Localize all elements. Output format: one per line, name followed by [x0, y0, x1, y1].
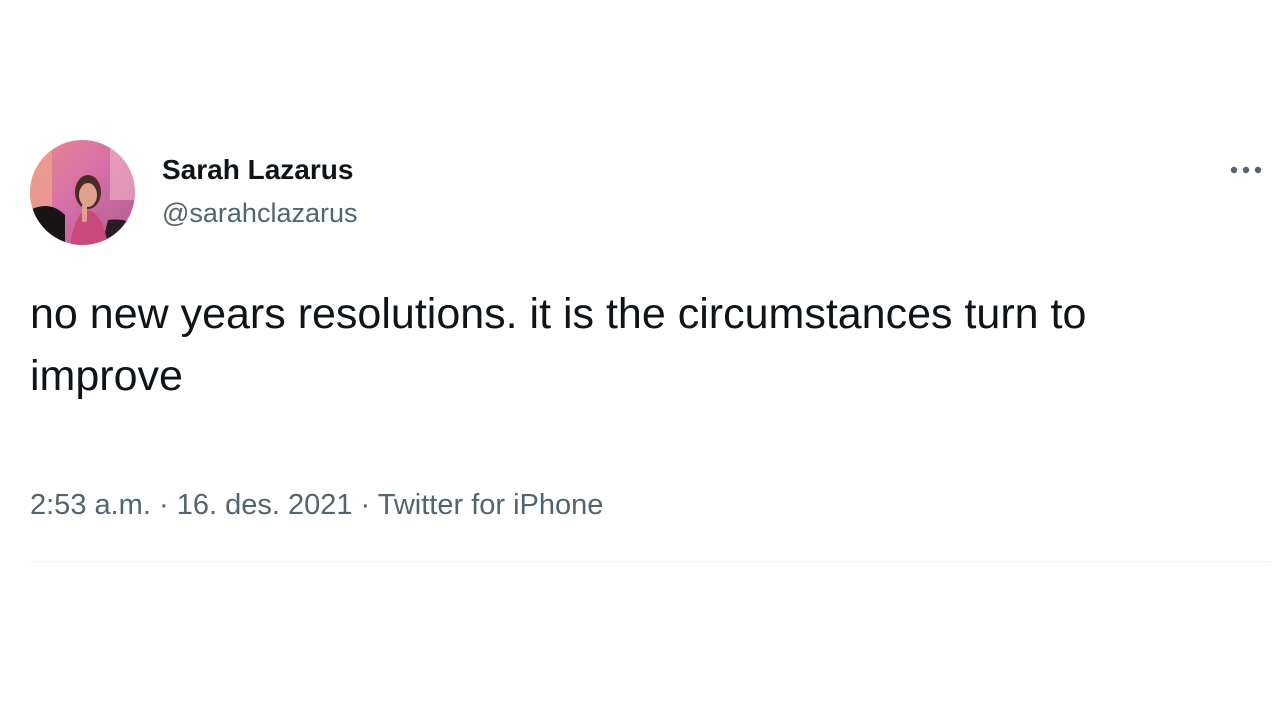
more-dots-icon: [1230, 166, 1262, 174]
avatar-image: [30, 140, 135, 245]
separator-dot: ·: [158, 489, 169, 521]
divider: [30, 561, 1270, 562]
tweet-time[interactable]: 2:53 a.m.: [30, 489, 151, 521]
avatar[interactable]: [30, 140, 135, 245]
author-display-name[interactable]: Sarah Lazarus: [162, 152, 353, 188]
author-handle[interactable]: @sarahclazarus: [162, 196, 358, 230]
tweet-date[interactable]: 16. des. 2021: [177, 489, 353, 521]
tweet-source[interactable]: Twitter for iPhone: [378, 489, 604, 521]
meta-separator: ·: [159, 489, 177, 521]
tweet-card: Sarah Lazarus @sarahclazarus no new year…: [0, 0, 1280, 720]
tweet-metadata: 2:53 a.m. · 16. des. 2021 · Twitter for …: [30, 486, 603, 524]
more-options-button[interactable]: [1224, 150, 1268, 190]
tweet-text: no new years resolutions. it is the circ…: [30, 290, 1087, 400]
meta-separator: ·: [361, 489, 378, 521]
separator-dot: ·: [360, 489, 371, 521]
